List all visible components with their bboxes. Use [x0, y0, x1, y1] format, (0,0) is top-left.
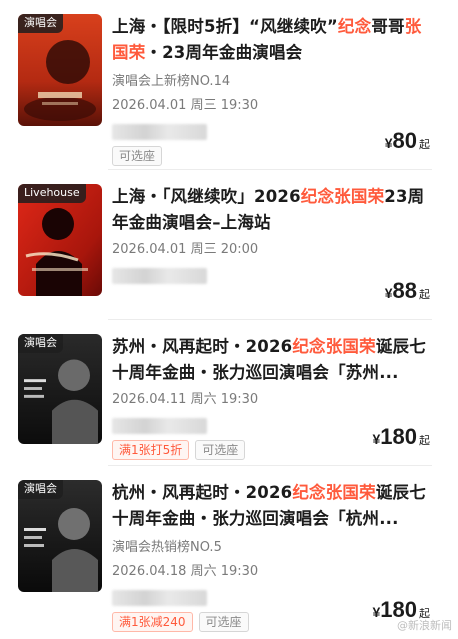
event-poster[interactable]: 演唱会 [18, 334, 102, 444]
watermark: @新浪新闻 [397, 619, 452, 632]
title-text: ・23周年金曲演唱会 [145, 43, 303, 62]
event-poster[interactable]: 演唱会 [18, 480, 102, 592]
price-suffix: 起 [419, 435, 430, 447]
seat-selectable-tag: 可选座 [112, 146, 163, 166]
price-value: 88 [392, 278, 417, 303]
event-card[interactable]: 演唱会 苏州・风再起时・2026纪念张国荣诞辰七十周年金曲・张力巡回演唱会「苏州… [0, 320, 458, 466]
seat-selectable-tag: 可选座 [195, 440, 246, 460]
event-datetime: 2026.04.11 周六 19:30 [112, 392, 259, 407]
price-currency: ¥ [384, 135, 393, 151]
event-price: ¥80 起 [385, 128, 430, 154]
title-highlight: 纪念张国荣 [292, 337, 376, 356]
event-title[interactable]: 杭州・风再起时・2026纪念张国荣诞辰七十周年金曲・张力巡回演唱会「杭州... [112, 480, 432, 532]
blurred-venue [112, 268, 207, 284]
price-suffix: 起 [419, 289, 430, 301]
title-text: 杭州・风再起时・2026 [112, 483, 293, 502]
event-datetime: 2026.04.18 周六 19:30 [112, 564, 259, 579]
event-title[interactable]: 上海・【限时5折】“风继续吹”纪念哥哥张国荣・23周年金曲演唱会 [112, 14, 432, 66]
title-text: 哥哥 [371, 17, 405, 36]
title-text: 苏州・风再起时・2026 [112, 337, 293, 356]
event-poster[interactable]: 演唱会 [18, 14, 102, 126]
poster-category-tag: 演唱会 [18, 480, 63, 499]
blurred-venue [112, 418, 207, 434]
event-poster[interactable]: Livehouse [18, 184, 102, 296]
title-text: 上海・【限时5折】“风继续吹” [112, 17, 338, 36]
blurred-venue [112, 124, 207, 140]
poster-category-tag: Livehouse [18, 184, 86, 203]
title-text: 上海・「风继续吹」2026 [112, 187, 301, 206]
title-highlight: 纪念张国荣 [292, 483, 376, 502]
price-currency: ¥ [384, 285, 393, 301]
event-ranking: 演唱会热销榜NO.5 [112, 540, 222, 555]
price-value: 80 [392, 128, 417, 153]
event-datetime: 2026.04.01 周三 20:00 [112, 242, 259, 257]
event-info: 上海・「风继续吹」2026纪念张国荣23周年金曲演唱会–上海站 2026.04.… [112, 184, 432, 284]
title-highlight: 纪念张国荣 [300, 187, 385, 206]
seat-selectable-tag: 可选座 [198, 612, 249, 632]
price-suffix: 起 [419, 139, 430, 151]
event-price: ¥88 起 [385, 278, 430, 304]
event-card[interactable]: Livehouse 上海・「风继续吹」2026纪念张国荣23周年金曲演唱会–上海… [0, 170, 458, 320]
poster-category-tag: 演唱会 [18, 14, 63, 33]
event-title[interactable]: 上海・「风继续吹」2026纪念张国荣23周年金曲演唱会–上海站 [112, 184, 432, 236]
event-list: 演唱会 上海・【限时5折】“风继续吹”纪念哥哥张国荣・23周年金曲演唱会 演唱会… [0, 0, 458, 639]
blurred-venue [112, 590, 207, 606]
event-datetime: 2026.04.01 周三 19:30 [112, 98, 259, 113]
price-value: 180 [380, 424, 417, 449]
event-card[interactable]: 演唱会 上海・【限时5折】“风继续吹”纪念哥哥张国荣・23周年金曲演唱会 演唱会… [0, 0, 458, 170]
title-highlight: 纪念 [337, 17, 372, 36]
discount-tag: 满1张打5折 [112, 440, 190, 460]
poster-category-tag: 演唱会 [18, 334, 63, 353]
event-price: ¥180 起 [372, 424, 430, 450]
event-title[interactable]: 苏州・风再起时・2026纪念张国荣诞辰七十周年金曲・张力巡回演唱会「苏州... [112, 334, 432, 386]
discount-tag: 满1张减240 [112, 612, 193, 632]
event-card[interactable]: 演唱会 杭州・风再起时・2026纪念张国荣诞辰七十周年金曲・张力巡回演唱会「杭州… [0, 466, 458, 639]
event-ranking: 演唱会上新榜NO.14 [112, 74, 231, 89]
